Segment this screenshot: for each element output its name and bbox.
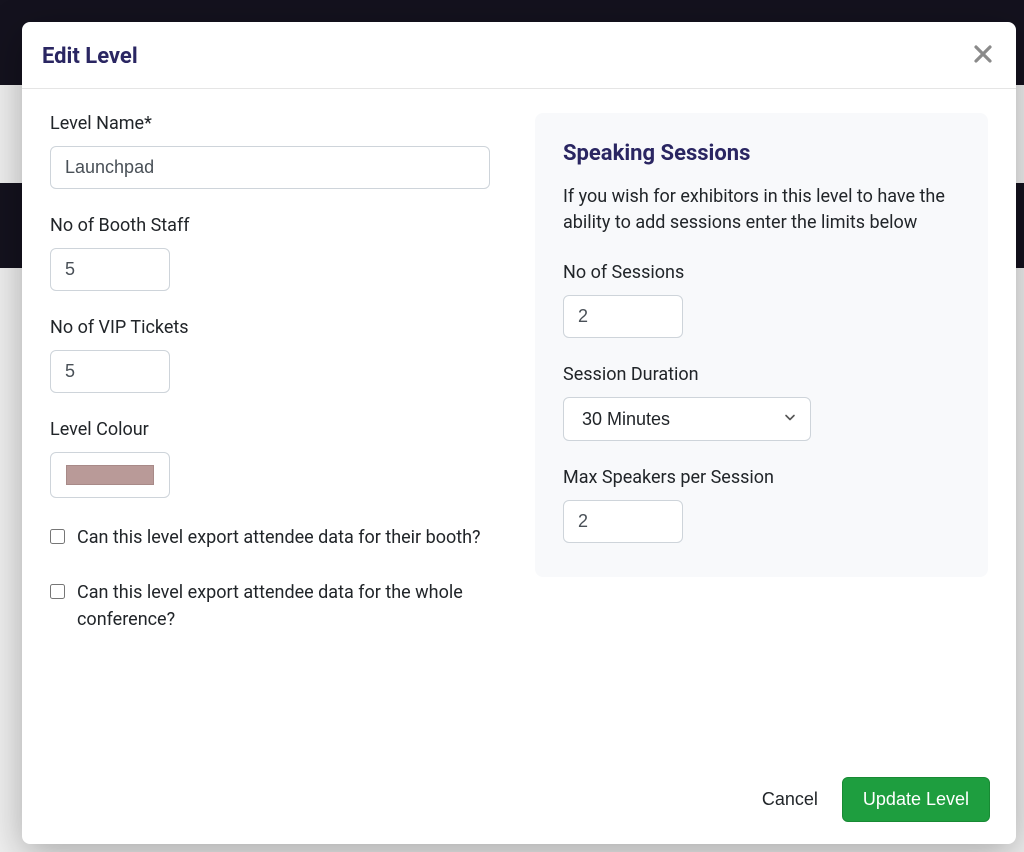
duration-field: Session Duration 30 Minutes — [563, 364, 960, 441]
modal-title: Edit Level — [42, 44, 138, 69]
level-colour-input[interactable] — [50, 452, 170, 498]
export-booth-row: Can this level export attendee data for … — [50, 524, 503, 551]
level-name-input[interactable] — [50, 146, 490, 189]
modal-body: Level Name* No of Booth Staff No of VIP … — [22, 89, 1016, 755]
sessions-label: No of Sessions — [563, 262, 960, 283]
colour-swatch — [66, 465, 154, 485]
vip-tickets-input[interactable] — [50, 350, 170, 393]
update-level-button[interactable]: Update Level — [842, 777, 990, 822]
vip-tickets-field: No of VIP Tickets — [50, 317, 503, 393]
left-column: Level Name* No of Booth Staff No of VIP … — [50, 113, 503, 755]
duration-label: Session Duration — [563, 364, 960, 385]
modal-footer: Cancel Update Level — [22, 755, 1016, 844]
level-colour-field: Level Colour — [50, 419, 503, 498]
speaking-sessions-panel: Speaking Sessions If you wish for exhibi… — [535, 113, 988, 577]
speaking-sessions-title: Speaking Sessions — [563, 141, 960, 166]
close-icon — [974, 45, 992, 63]
level-name-label: Level Name* — [50, 113, 503, 134]
booth-staff-input[interactable] — [50, 248, 170, 291]
export-booth-checkbox[interactable] — [50, 529, 65, 544]
export-booth-label: Can this level export attendee data for … — [77, 524, 503, 551]
max-speakers-label: Max Speakers per Session — [563, 467, 960, 488]
duration-select-wrap: 30 Minutes — [563, 397, 811, 441]
sessions-field: No of Sessions — [563, 262, 960, 338]
level-name-field: Level Name* — [50, 113, 503, 189]
speaking-sessions-desc: If you wish for exhibitors in this level… — [563, 184, 960, 236]
export-conference-row: Can this level export attendee data for … — [50, 579, 503, 633]
max-speakers-field: Max Speakers per Session — [563, 467, 960, 543]
cancel-button[interactable]: Cancel — [762, 789, 818, 810]
export-conference-label: Can this level export attendee data for … — [77, 579, 503, 633]
booth-staff-label: No of Booth Staff — [50, 215, 503, 236]
right-column: Speaking Sessions If you wish for exhibi… — [535, 113, 988, 755]
edit-level-modal: Edit Level Level Name* No of Booth Staff… — [22, 22, 1016, 844]
booth-staff-field: No of Booth Staff — [50, 215, 503, 291]
vip-tickets-label: No of VIP Tickets — [50, 317, 503, 338]
max-speakers-input[interactable] — [563, 500, 683, 543]
duration-select[interactable]: 30 Minutes — [563, 397, 811, 441]
close-button[interactable] — [970, 40, 996, 72]
sessions-input[interactable] — [563, 295, 683, 338]
modal-header: Edit Level — [22, 22, 1016, 89]
level-colour-label: Level Colour — [50, 419, 503, 440]
export-conference-checkbox[interactable] — [50, 584, 65, 599]
